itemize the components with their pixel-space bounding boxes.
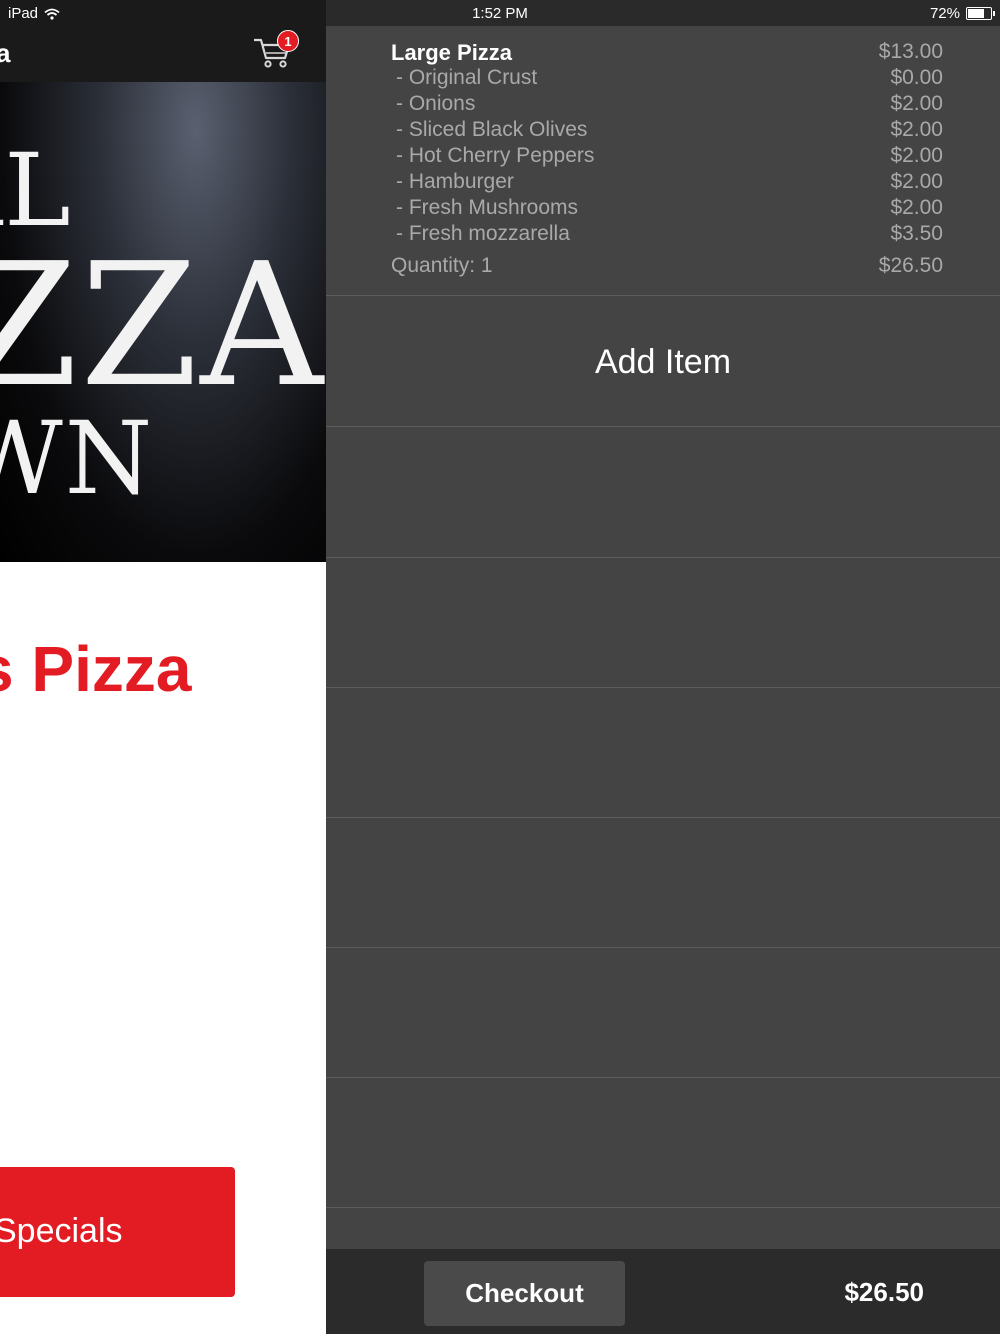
empty-cart-row [326,688,1000,818]
modifier-name: - Fresh mozzarella [396,222,570,245]
item-title-row: Large Pizza $13.00 [391,40,943,66]
modifier-name: - Hot Cherry Peppers [396,144,595,167]
modifier-price: $2.00 [890,92,943,115]
modifier-name: - Original Crust [396,66,538,89]
quantity-row: Quantity: 1 $26.50 [391,254,943,280]
cart-count-badge: 1 [277,30,299,52]
empty-cart-row [326,1078,1000,1208]
cart-panel: Large Pizza $13.00 - Original Crust $0.0… [326,0,1000,1334]
modifier-row: - Fresh Mushrooms $2.00 [391,196,943,222]
hero-text-line-3: WN [0,400,155,517]
cart-total: $26.50 [844,1277,924,1307]
modifier-name: - Hamburger [396,170,514,193]
modifier-name: - Fresh Mushrooms [396,196,579,219]
empty-cart-row [326,818,1000,948]
modifier-row: - Hot Cherry Peppers $2.00 [391,144,943,170]
modifier-price: $2.00 [890,118,943,141]
hero-text-line-2: ZZA [0,227,326,425]
empty-cart-row [326,948,1000,1078]
battery-percent: 72% [929,5,960,22]
modifier-name: - Onions [396,92,476,115]
item-price: $13.00 [878,40,943,63]
modifier-name: - Sliced Black Olives [396,118,588,141]
checkout-button[interactable]: Checkout [424,1261,625,1326]
modifier-row: - Fresh mozzarella $3.50 [391,222,943,248]
empty-cart-row [326,558,1000,688]
cart-order-item[interactable]: Large Pizza $13.00 - Original Crust $0.0… [326,26,1000,296]
restaurant-name-heading: s Pizza [0,633,192,705]
battery-icon [966,7,995,20]
modifier-price: $0.00 [890,66,943,89]
add-item-button[interactable]: Add Item [326,297,1000,427]
modifier-row: - Sliced Black Olives $2.00 [391,118,943,144]
modifier-row: - Original Crust $0.00 [391,66,943,92]
modifier-price: $2.00 [890,170,943,193]
modifier-row: - Onions $2.00 [391,92,943,118]
hero-banner-image: AL ZZA WN [0,82,326,562]
item-line-total: $26.50 [878,254,943,277]
status-bar-right: 72% [929,5,995,22]
modifier-price: $3.50 [890,222,943,245]
quantity-label: Quantity: 1 [391,254,493,277]
cart-footer: Checkout $26.50 [326,1249,1000,1334]
item-name: Large Pizza [391,40,513,65]
specials-button[interactable]: Specials [0,1167,235,1297]
nav-title: a [0,38,11,68]
empty-cart-row [326,428,1000,558]
modifier-row: - Hamburger $2.00 [391,170,943,196]
modifier-price: $2.00 [890,196,943,219]
specials-button-label: Specials [0,1212,123,1250]
status-bar: iPad 1:52 PM 72% [0,0,1000,26]
status-time: 1:52 PM [472,5,528,22]
restaurant-home-pane: a 1 AL ZZA WN s Pizza Specials [0,0,326,1334]
modifier-price: $2.00 [890,144,943,167]
